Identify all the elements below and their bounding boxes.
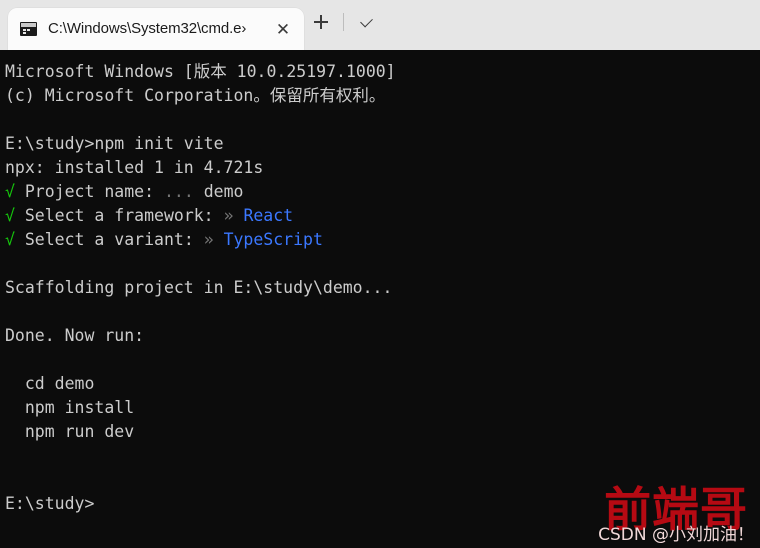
console-icon bbox=[20, 22, 37, 36]
terminal-text: demo bbox=[193, 182, 244, 201]
terminal-line-version: Microsoft Windows [版本 10.0.25197.1000] bbox=[5, 60, 760, 84]
terminal-line-scaffolding: Scaffolding project in E:\study\demo... bbox=[5, 276, 760, 300]
terminal-text: Select a framework: bbox=[14, 206, 224, 225]
terminal-line-prompt: E:\study> bbox=[5, 492, 760, 516]
terminal-line-blank-2 bbox=[5, 252, 760, 276]
terminal-line-blank-1 bbox=[5, 108, 760, 132]
terminal-line-cmd-cd: cd demo bbox=[5, 372, 760, 396]
terminal-text: ... bbox=[163, 182, 194, 201]
terminal-text: √ bbox=[5, 206, 15, 225]
terminal-line-done: Done. Now run: bbox=[5, 324, 760, 348]
tab-title: C:\Windows\System32\cmd.e› bbox=[48, 20, 247, 37]
terminal-line-cmd-rundev: npm run dev bbox=[5, 420, 760, 444]
tab-strip: C:\Windows\System32\cmd.e› ✕ bbox=[0, 0, 304, 50]
plus-icon bbox=[314, 15, 328, 29]
chevron-down-icon bbox=[359, 14, 373, 27]
title-bar: C:\Windows\System32\cmd.e› ✕ bbox=[0, 0, 760, 50]
terminal-line-blank-6 bbox=[5, 468, 760, 492]
terminal-text: » bbox=[203, 230, 224, 249]
terminal-text: npm install bbox=[5, 398, 135, 417]
terminal-line-copyright: (c) Microsoft Corporation。保留所有权利。 bbox=[5, 84, 760, 108]
terminal-text: Microsoft Windows [版本 10.0.25197.1000] bbox=[5, 62, 396, 81]
terminal-line-blank-5 bbox=[5, 444, 760, 468]
terminal-text: √ bbox=[5, 182, 15, 201]
terminal-text: cd demo bbox=[5, 374, 95, 393]
terminal-text: npm run dev bbox=[5, 422, 135, 441]
terminal-output[interactable]: Microsoft Windows [版本 10.0.25197.1000] (c… bbox=[0, 50, 760, 548]
terminal-text: Done. Now run: bbox=[5, 326, 145, 345]
tab-dropdown-button[interactable] bbox=[349, 5, 383, 39]
titlebar-divider bbox=[343, 13, 344, 31]
terminal-line-project-name: √ Project name: ... demo bbox=[5, 180, 760, 204]
terminal-text: √ bbox=[5, 230, 15, 249]
terminal-line-blank-3 bbox=[5, 300, 760, 324]
terminal-text: npx: installed 1 in 4.721s bbox=[5, 158, 264, 177]
terminal-lines: Microsoft Windows [版本 10.0.25197.1000] (c… bbox=[5, 60, 760, 516]
terminal-line-npx-line: npx: installed 1 in 4.721s bbox=[5, 156, 760, 180]
tab-cmd[interactable]: C:\Windows\System32\cmd.e› ✕ bbox=[8, 8, 304, 50]
terminal-text: E:\study> bbox=[5, 494, 95, 513]
new-tab-button[interactable] bbox=[304, 5, 338, 39]
close-icon[interactable]: ✕ bbox=[268, 14, 298, 44]
terminal-line-cmd-install: npm install bbox=[5, 396, 760, 420]
terminal-text: E:\study>npm init vite bbox=[5, 134, 224, 153]
terminal-text: TypeScript bbox=[223, 230, 323, 249]
terminal-line-blank-4 bbox=[5, 348, 760, 372]
terminal-line-variant: √ Select a variant: » TypeScript bbox=[5, 228, 760, 252]
terminal-line-cmd-init: E:\study>npm init vite bbox=[5, 132, 760, 156]
terminal-text: Select a variant: bbox=[14, 230, 204, 249]
cmd-window: C:\Windows\System32\cmd.e› ✕ Microsoft W… bbox=[0, 0, 760, 548]
terminal-line-framework: √ Select a framework: » React bbox=[5, 204, 760, 228]
terminal-text: Scaffolding project in E:\study\demo... bbox=[5, 278, 393, 297]
terminal-text: (c) Microsoft Corporation。保留所有权利。 bbox=[5, 86, 386, 105]
terminal-text: » bbox=[223, 206, 244, 225]
terminal-text: Project name: bbox=[14, 182, 164, 201]
terminal-text: React bbox=[243, 206, 294, 225]
titlebar-actions bbox=[304, 0, 383, 50]
